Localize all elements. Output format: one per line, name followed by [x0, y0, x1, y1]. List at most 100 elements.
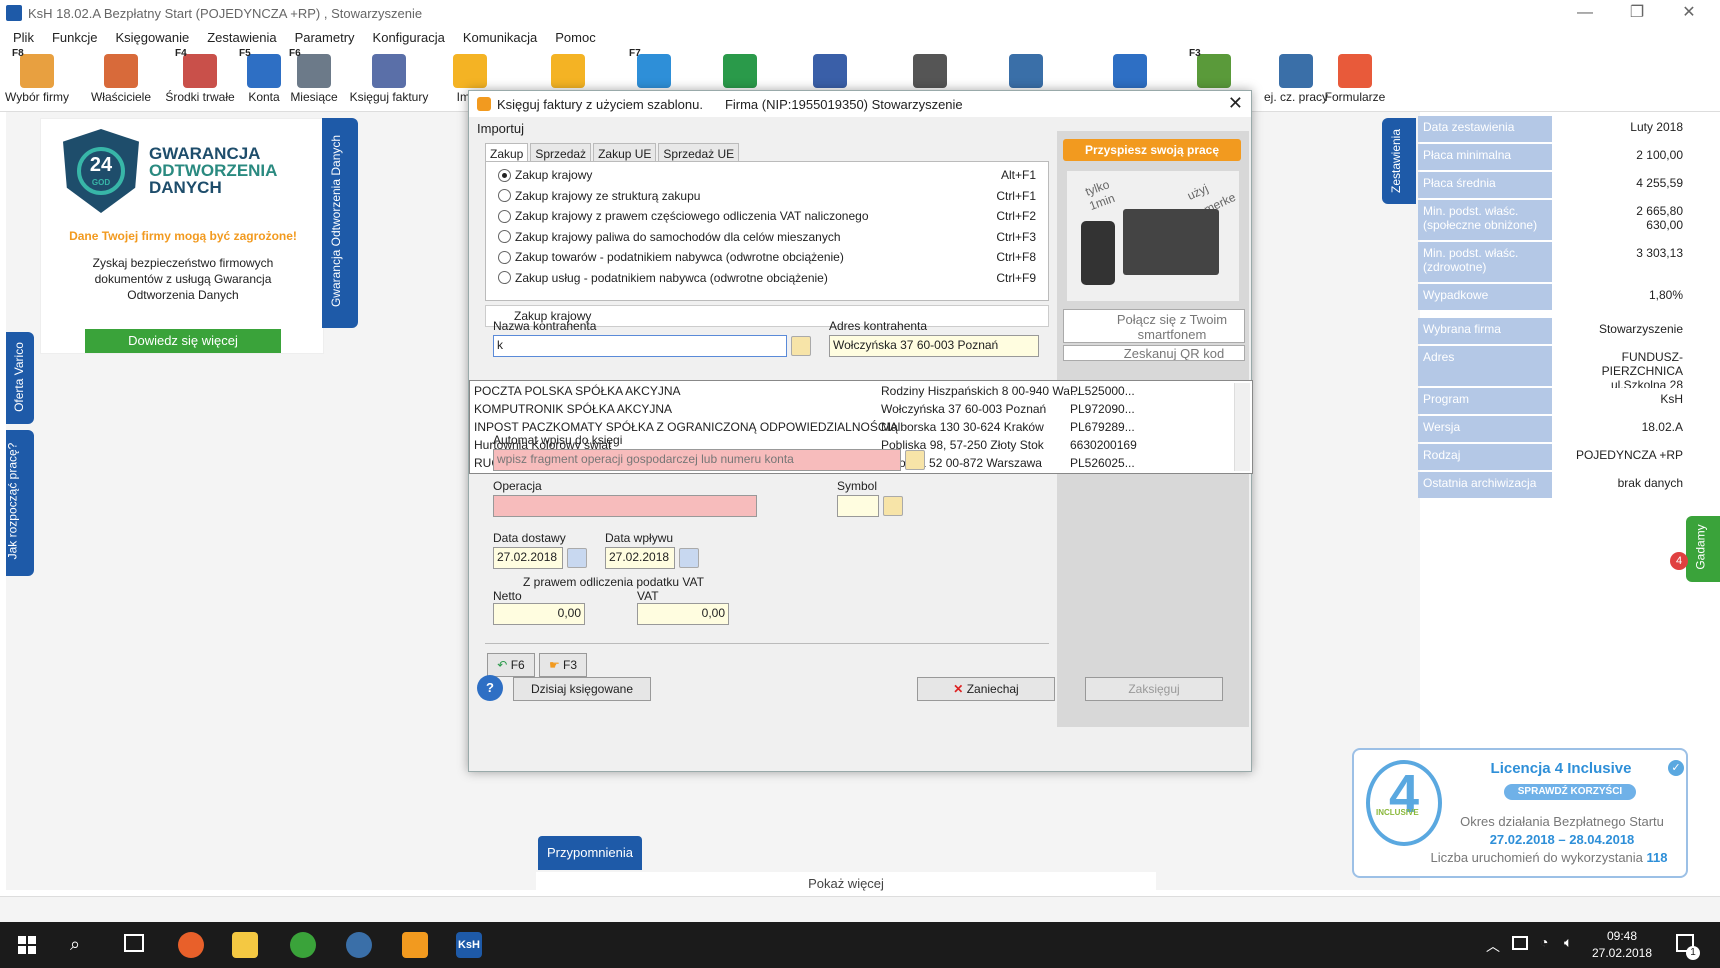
- people-icon: [104, 54, 138, 88]
- search-icon[interactable]: ⌕: [70, 934, 80, 955]
- network-app-icon[interactable]: [346, 932, 372, 958]
- toolbar-button-16[interactable]: Formularze: [1324, 48, 1386, 110]
- option-shortcut: Ctrl+F9: [996, 270, 1036, 285]
- minimize-button[interactable]: —: [1560, 0, 1610, 26]
- radio-dot[interactable]: [498, 230, 511, 243]
- battery-icon[interactable]: [1512, 936, 1528, 950]
- calendar-icon[interactable]: [679, 548, 699, 568]
- option-radio[interactable]: Zakup krajowy z prawem częściowego odlic…: [498, 209, 869, 223]
- menu-funkcje[interactable]: Funkcje: [52, 30, 98, 45]
- tab-oferta-varico[interactable]: Oferta Varico: [6, 332, 34, 424]
- jpk-icon: [453, 54, 487, 88]
- operation-input[interactable]: [493, 495, 757, 517]
- menu-zestawienia[interactable]: Zestawienia: [207, 30, 276, 45]
- option-radio[interactable]: Zakup krajowy: [498, 168, 592, 182]
- tab-zestawienia[interactable]: Zestawienia: [1382, 118, 1416, 204]
- summary-value: Luty 2018: [1552, 116, 1688, 142]
- dialog-close-icon[interactable]: ✕: [1228, 93, 1243, 114]
- f6-back-button[interactable]: ↶ F6: [487, 653, 535, 677]
- menu-konfiguracja[interactable]: Konfiguracja: [373, 30, 445, 45]
- connect-smartphone-button[interactable]: Połącz się z Twoim smartfonem: [1063, 309, 1245, 343]
- cancel-button[interactable]: ✕ Zaniechaj: [917, 677, 1055, 701]
- toolbar-button-0[interactable]: F8 Wybór firmy: [0, 48, 74, 110]
- contractor-address-input[interactable]: Wołczyńska 37 60-003 Poznań: [829, 335, 1039, 357]
- radio-dot[interactable]: [498, 189, 511, 202]
- f3-button[interactable]: ☛ F3: [539, 653, 587, 677]
- option-radio[interactable]: Zakup towarów - podatnikiem nabywca (odw…: [498, 250, 844, 264]
- option-radio[interactable]: Zakup usług - podatnikiem nabywca (odwro…: [498, 271, 828, 285]
- summary-table: Data zestawienia Luty 2018 Płaca minimalna…: [1418, 116, 1688, 500]
- tab-przypomnienia[interactable]: Przypomnienia: [538, 836, 642, 870]
- app-icon-orange[interactable]: [402, 932, 428, 958]
- tab-gadamy[interactable]: Gadamy: [1686, 516, 1720, 582]
- suggestions-scrollbar[interactable]: [1234, 383, 1250, 471]
- tab-oferta-label: Oferta Varico: [11, 342, 26, 412]
- menu-parametry[interactable]: Parametry: [295, 30, 355, 45]
- menu-pomoc[interactable]: Pomoc: [555, 30, 595, 45]
- automat-lookup-button[interactable]: [905, 450, 925, 470]
- clock[interactable]: 09:48 27.02.2018: [1590, 928, 1654, 962]
- vat-input[interactable]: 0,00: [637, 603, 729, 625]
- license-panel: 4 INCLUSIVE Licencja 4 Inclusive ✓ SPRAW…: [1352, 748, 1688, 878]
- suggestion-row[interactable]: KOMPUTRONIK SPÓŁKA AKCYJNA Wołczyńska 37 …: [470, 402, 1170, 420]
- summary-key: Min. podst. właśc. (zdrowotne): [1418, 242, 1552, 282]
- file-explorer-icon[interactable]: [232, 932, 258, 958]
- menu-plik[interactable]: Plik: [13, 30, 34, 45]
- firefox-icon[interactable]: [178, 932, 204, 958]
- tray-chevron-icon[interactable]: ︿: [1486, 936, 1500, 956]
- toolbar-button-1[interactable]: Właściciele: [84, 48, 158, 110]
- option-radio[interactable]: Zakup krajowy ze strukturą zakupu: [498, 189, 700, 203]
- option-radio[interactable]: Zakup krajowy paliwa do samochodów dla c…: [498, 230, 841, 244]
- radio-dot[interactable]: [498, 250, 511, 264]
- summary-row: Program KsH: [1418, 388, 1688, 414]
- speed-up-button[interactable]: Przyspiesz swoją pracę: [1063, 139, 1241, 161]
- volume-icon[interactable]: 🔈︎: [1564, 934, 1572, 951]
- summary-value: Stowarzyszenie: [1552, 318, 1688, 344]
- radio-dot[interactable]: [498, 209, 511, 223]
- show-more-link[interactable]: Pokaż więcej: [536, 872, 1156, 896]
- check-benefits-button[interactable]: SPRAWDŹ KORZYŚCI: [1504, 784, 1636, 800]
- help-icon[interactable]: ?: [477, 675, 503, 701]
- automat-input[interactable]: wpisz fragment operacji gospodarczej lub…: [493, 449, 901, 471]
- summary-row: Min. podst. właśc. (społeczne obniżone) 2…: [1418, 200, 1688, 240]
- radio-dot[interactable]: [498, 271, 511, 284]
- restore-button[interactable]: ❐: [1612, 0, 1662, 26]
- toolbar-button-3[interactable]: F5 Konta: [239, 48, 286, 110]
- chrome-icon[interactable]: [290, 932, 316, 958]
- task-view-icon[interactable]: [124, 934, 144, 952]
- suggestion-row[interactable]: POCZTA POLSKA SPÓŁKA AKCYJNA Rodziny Hisz…: [470, 384, 1170, 402]
- symbol-input[interactable]: [837, 495, 879, 517]
- toolbar-button-5[interactable]: Księguj faktury: [346, 48, 432, 110]
- radio-dot[interactable]: [498, 168, 511, 182]
- tab-gwarancja[interactable]: Gwarancja Odtworzenia Danych: [322, 118, 358, 328]
- contractor-name-input[interactable]: k: [493, 335, 787, 357]
- x-icon: ✕: [953, 682, 964, 696]
- netto-input[interactable]: 0,00: [493, 603, 585, 625]
- book-button[interactable]: Zaksięguj: [1085, 677, 1223, 701]
- scan-qr-button[interactable]: Zeskanuj QR kod: [1063, 345, 1245, 361]
- today-booked-button[interactable]: Dzisiaj księgowane: [513, 677, 651, 701]
- contractor-address-label: Adres kontrahenta: [829, 319, 928, 333]
- summary-value: KsH: [1552, 388, 1688, 414]
- calendar-icon[interactable]: [567, 548, 587, 568]
- toolbar-button-4[interactable]: F6 Miesiące: [286, 48, 342, 110]
- wifi-icon[interactable]: ◔: [1540, 934, 1548, 950]
- symbol-lookup-button[interactable]: [883, 496, 903, 516]
- receipt-date-input[interactable]: 27.02.2018: [605, 547, 675, 569]
- toolbar-label-0: Wybór firmy: [5, 90, 69, 104]
- menu-ksiegowanie[interactable]: Księgowanie: [115, 30, 189, 45]
- toolbar-button-2[interactable]: F4 Środki trwałe: [158, 48, 242, 110]
- tab-jak-rozpoczac[interactable]: Jak rozpocząć pracę?: [5, 430, 34, 576]
- promo-learn-more-button[interactable]: Dowiedz się więcej: [85, 329, 281, 353]
- gadamy-badge: 4: [1670, 552, 1688, 570]
- delivery-date-input[interactable]: 27.02.2018: [493, 547, 563, 569]
- hand-icon: [477, 97, 491, 111]
- close-window-button[interactable]: ✕: [1664, 0, 1714, 26]
- clock-date: 27.02.2018: [1591, 946, 1653, 960]
- promo-warning: Dane Twojej firmy mogą być zagrożone!: [69, 229, 297, 243]
- import-menu[interactable]: Importuj: [477, 121, 524, 136]
- ksh-taskbar-icon[interactable]: KsH: [456, 932, 482, 958]
- menu-komunikacja[interactable]: Komunikacja: [463, 30, 537, 45]
- start-icon[interactable]: [18, 936, 36, 954]
- contractor-lookup-button[interactable]: [791, 336, 811, 356]
